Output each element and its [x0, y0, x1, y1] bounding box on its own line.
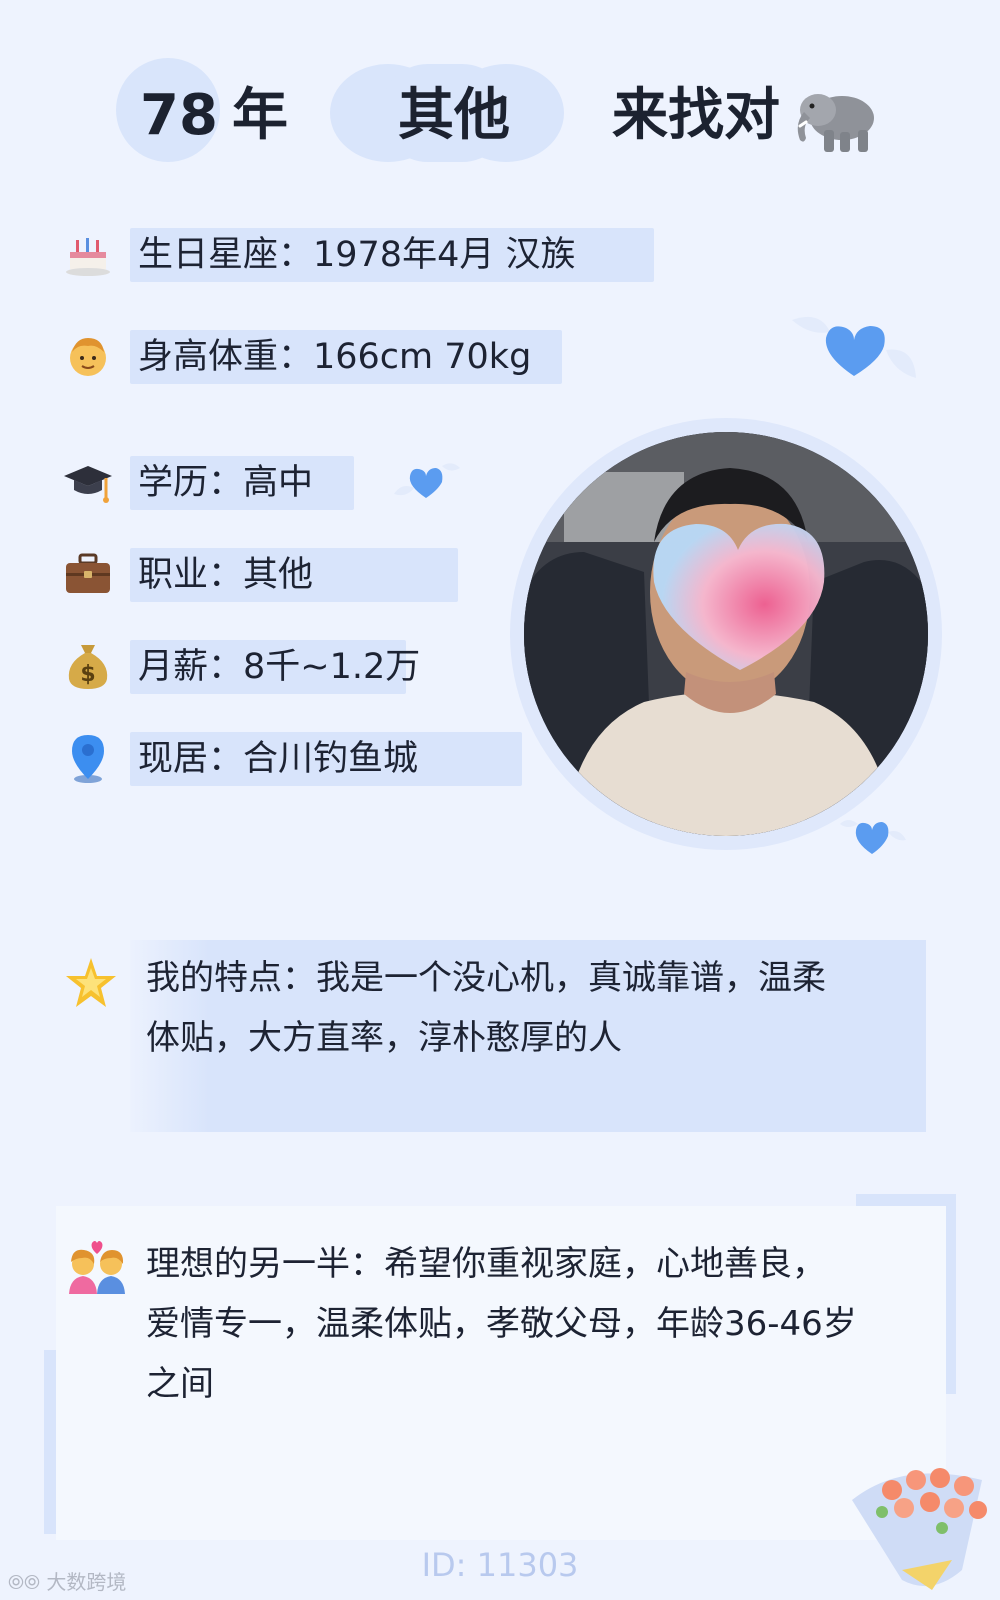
residence-text: 现居：合川钓鱼城: [138, 739, 419, 779]
watermark-text: 大数跨境: [46, 1570, 127, 1594]
couple-with-heart-icon: [68, 1238, 126, 1294]
birthday-cake-icon: [60, 226, 116, 282]
ideal-partner-line-2: 爱情专一，温柔体贴，孝敬父母，年龄36-46岁: [146, 1304, 857, 1344]
height-weight-text: 身高体重：166cm 70kg: [138, 337, 532, 377]
watermark: ⦾⦾ 大数跨境: [8, 1566, 126, 1595]
occupation-text: 职业：其他: [138, 555, 314, 595]
man-face-icon: [60, 328, 116, 384]
traits-line-2: 体贴，大方直率，淳朴憨厚的人: [146, 1018, 622, 1058]
seeking-label: 来找对: [612, 83, 780, 148]
small-heart-icon: [394, 463, 460, 498]
birth-year-suffix: 年: [232, 83, 288, 148]
briefcase-icon: [60, 546, 116, 602]
category-label: 其他: [398, 83, 510, 148]
glowing-star-icon: [64, 956, 118, 1010]
profile-photo[interactable]: [524, 432, 928, 836]
ideal-partner-text: 理想的另一半：希望你重视家庭，心地善良， 爱情专一，温柔体贴，孝敬父母，年龄36…: [146, 1234, 857, 1414]
location-pin-icon: [60, 730, 116, 786]
header: 78 年 其他 来找对: [0, 58, 1000, 168]
profile-id: ID: 11303: [421, 1546, 579, 1584]
birthday-text: 生日星座：1978年4月 汉族: [138, 235, 576, 275]
traits-text: 我的特点：我是一个没心机，真诚靠谱，温柔 体贴，大方直率，淳朴憨厚的人: [146, 948, 826, 1068]
birth-year: 78: [140, 83, 218, 148]
money-bag-icon: $: [60, 638, 116, 694]
graduation-cap-icon: [60, 454, 116, 510]
watermark-logo-icon: ⦾⦾: [8, 1570, 47, 1594]
traits-line-1: 我的特点：我是一个没心机，真诚靠谱，温柔: [146, 958, 826, 998]
small-heart-icon-2: [840, 820, 906, 854]
svg-text:$: $: [80, 662, 95, 687]
elephant-icon: [797, 94, 874, 152]
winged-heart-icon: [792, 316, 916, 378]
education-text: 学历：高中: [138, 463, 314, 503]
ideal-partner-line-1: 理想的另一半：希望你重视家庭，心地善良，: [146, 1244, 826, 1284]
ideal-partner-line-3: 之间: [146, 1364, 214, 1404]
salary-text: 月薪：8千~1.2万: [138, 647, 421, 687]
